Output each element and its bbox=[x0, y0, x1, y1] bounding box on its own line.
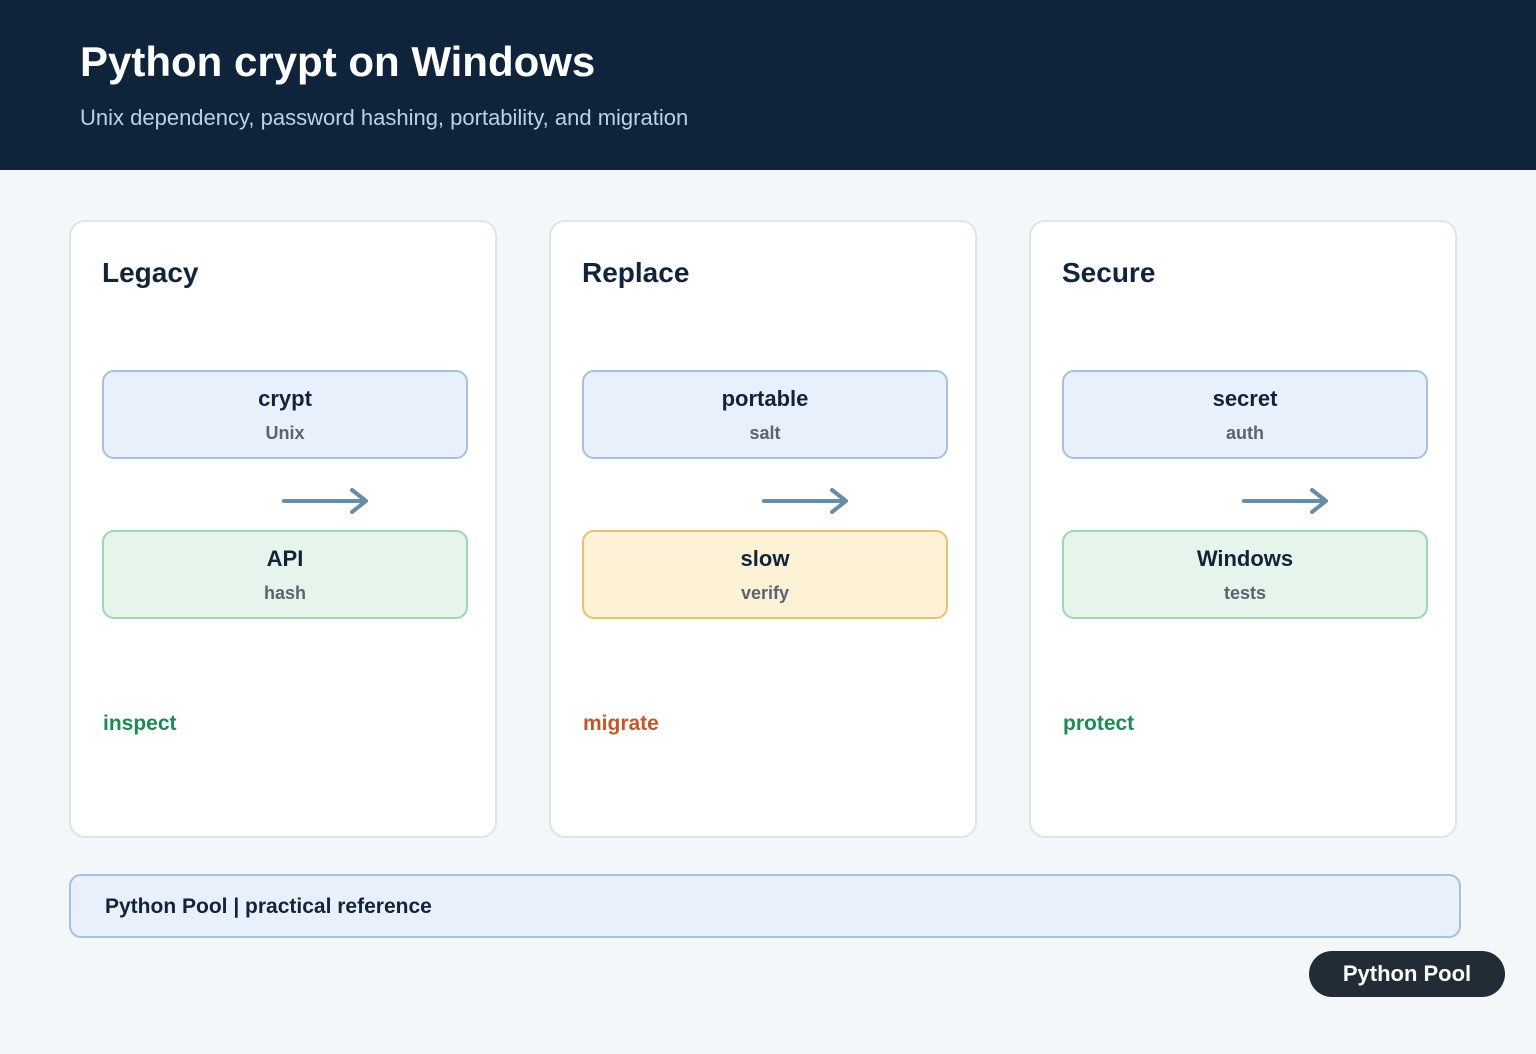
panel-legacy: Legacy crypt Unix API hash inspect bbox=[69, 220, 497, 838]
node-api: API hash bbox=[102, 530, 468, 619]
node-sublabel: verify bbox=[740, 583, 790, 603]
page-subtitle: Unix dependency, password hashing, porta… bbox=[80, 105, 689, 130]
panel-title: Replace bbox=[582, 257, 690, 288]
node-label: secret bbox=[1212, 386, 1278, 411]
action-label: migrate bbox=[583, 712, 659, 735]
action-label: protect bbox=[1063, 712, 1135, 735]
panel-title: Legacy bbox=[102, 257, 199, 288]
node-label: crypt bbox=[258, 386, 312, 411]
node-sublabel: hash bbox=[263, 583, 306, 603]
brand-badge: Python Pool bbox=[1309, 951, 1505, 997]
header-banner: Python crypt on Windows Unix dependency,… bbox=[0, 0, 1536, 170]
node-label: Windows bbox=[1196, 546, 1294, 571]
node-sublabel: Unix bbox=[265, 423, 305, 443]
node-sublabel: auth bbox=[1226, 423, 1264, 443]
node-portable: portable salt bbox=[582, 370, 948, 459]
panel-secure: Secure secret auth Windows tests protect bbox=[1029, 220, 1457, 838]
node-secret: secret auth bbox=[1062, 370, 1428, 459]
right-arrow-icon bbox=[282, 488, 368, 514]
right-arrow-icon bbox=[762, 488, 848, 514]
node-sublabel: tests bbox=[1223, 583, 1267, 603]
footer-text: Python Pool | practical reference bbox=[105, 895, 432, 918]
action-label: inspect bbox=[103, 712, 177, 735]
node-crypt: crypt Unix bbox=[102, 370, 468, 459]
node-label: slow bbox=[740, 546, 790, 571]
node-label: API bbox=[266, 546, 304, 571]
node-sublabel: salt bbox=[749, 423, 781, 443]
node-windows: Windows tests bbox=[1062, 530, 1428, 619]
panel-title: Secure bbox=[1062, 257, 1156, 288]
footer-bar: Python Pool | practical reference bbox=[69, 874, 1461, 938]
right-arrow-icon bbox=[1242, 488, 1328, 514]
node-label: portable bbox=[721, 386, 809, 411]
page-title: Python crypt on Windows bbox=[80, 38, 596, 85]
panel-replace: Replace portable salt slow verify migrat… bbox=[549, 220, 977, 838]
node-slow: slow verify bbox=[582, 530, 948, 619]
